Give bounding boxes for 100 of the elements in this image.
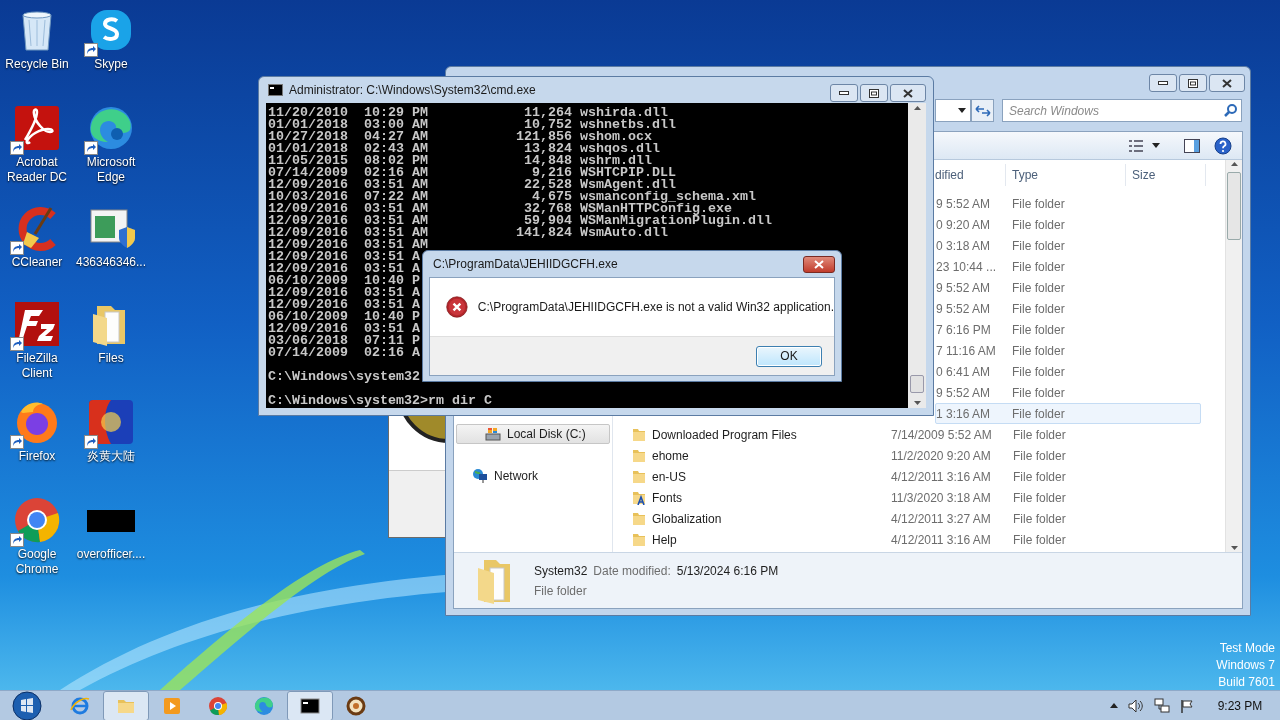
network-icon[interactable]: [1154, 697, 1170, 714]
console-line: 12/09/2016 03:51 AM 32,768 WSManHTTPConfig.exe: [268, 203, 732, 215]
desktop-icon-label[interactable]: overofficer....: [74, 547, 148, 562]
ok-button[interactable]: OK: [756, 345, 822, 367]
desktop-icon-label[interactable]: CCleaner: [0, 255, 74, 270]
scroll-thumb[interactable]: [1227, 172, 1241, 240]
date-cell-text: 11/2/2020 9:20 AM: [891, 447, 992, 465]
item-name: System32: [534, 562, 588, 580]
refresh-button[interactable]: [971, 99, 994, 122]
restore-icon: [869, 88, 879, 98]
file-row[interactable]: 1 3:16 AM File folder: [935, 403, 1201, 424]
type-cell-text: File folder: [1012, 216, 1066, 234]
address-field[interactable]: [935, 99, 971, 122]
desktop-icon-label[interactable]: Microsoft Edge: [74, 155, 148, 185]
game-art-icon: [87, 398, 135, 446]
scroll-up-icon: [1230, 162, 1238, 166]
file-name: Fonts: [652, 489, 682, 507]
date-cell-text: 1 3:16 AM: [936, 405, 992, 423]
file-name: ehome: [652, 447, 689, 465]
file-row[interactable]: 0 6:41 AM File folder: [935, 361, 1201, 382]
field-label: Date modified:: [593, 562, 671, 580]
file-row[interactable]: 9 5:52 AM File folder: [935, 193, 1201, 214]
date-cell-text: 9 5:52 AM: [936, 300, 992, 318]
search-field[interactable]: Search Windows: [1002, 99, 1242, 122]
type-cell-text: File folder: [1013, 468, 1067, 486]
preview-pane-icon: [1184, 138, 1200, 153]
file-row[interactable]: 7 6:16 PM File folder: [935, 319, 1201, 340]
nav-item[interactable]: Local Disk (C:): [456, 424, 610, 444]
file-row[interactable]: 9 5:52 AM File folder: [935, 298, 1201, 319]
date-cell-text: 9 5:52 AM: [936, 384, 992, 402]
close-button[interactable]: [890, 84, 926, 102]
window-title: Administrator: C:\Windows\System32\cmd.exe: [289, 82, 537, 99]
file-row[interactable]: ehome 11/2/2020 9:20 AM File folder: [629, 445, 1201, 466]
taskbar-button[interactable]: [287, 690, 333, 720]
column-header[interactable]: Size: [1126, 164, 1206, 186]
file-row[interactable]: 0 3:18 AM File folder: [935, 235, 1201, 256]
field-value: 5/13/2024 6:16 PM: [676, 562, 779, 580]
file-row[interactable]: 9 5:52 AM File folder: [935, 277, 1201, 298]
close-button[interactable]: [803, 255, 835, 273]
date-cell-text: 0 3:18 AM: [936, 237, 992, 255]
dropdown-arrow-icon: [958, 108, 966, 113]
console-line: 07/14/2009 02:16 AM 9,216 WSHTCPIP.DLL: [268, 167, 676, 179]
view-options-button[interactable]: [1128, 138, 1160, 153]
desktop-icon-label[interactable]: Skype: [74, 57, 148, 72]
flag-icon[interactable]: [1180, 698, 1194, 713]
desktop-icon-label[interactable]: 炎黄大陆: [74, 449, 148, 464]
column-header[interactable]: Type: [1006, 164, 1126, 186]
console-line: 12/09/2016 03:51 AM 22,528 WsmAgent.dll: [268, 179, 676, 191]
console-line: 12/09/2016 03:51 AM 141,824 WsmAuto.dll: [268, 227, 668, 239]
windows-orb-icon: [11, 690, 43, 720]
desktop-icon-label[interactable]: Google Chrome: [0, 547, 74, 577]
file-row[interactable]: 0 9:20 AM File folder: [935, 214, 1201, 235]
desktop-icon-label[interactable]: 436346346...: [74, 255, 148, 270]
start-button[interactable]: [9, 690, 45, 720]
console-line: 12/09/2016 03:51 AM 59,904 WSManMigrationPlugin.dll: [268, 215, 772, 227]
type-cell-text: File folder: [1012, 258, 1066, 276]
file-row[interactable]: 9 5:52 AM File folder: [935, 382, 1201, 403]
media-player-icon: [162, 695, 182, 716]
column-header[interactable]: dified: [935, 164, 1006, 186]
minimize-button[interactable]: [830, 84, 858, 102]
show-hidden-icons-icon[interactable]: [1110, 703, 1118, 708]
folder-icon: [632, 511, 646, 526]
console-line: 03/06/2018 07:11 P: [268, 335, 420, 347]
speaker-icon[interactable]: [1128, 698, 1144, 713]
desktop-icon-label[interactable]: Firefox: [0, 449, 74, 464]
console-line: 11/20/2010 10:29 PM 11,264 wshirda.dll: [268, 107, 668, 119]
file-name: Globalization: [652, 510, 722, 528]
scrollbar[interactable]: [908, 103, 926, 408]
scroll-thumb[interactable]: [910, 375, 924, 393]
console-line: 12/09/2016 03:51 A: [268, 323, 420, 335]
file-row[interactable]: Fonts 11/3/2020 3:18 AM File folder: [629, 487, 1201, 508]
desktop-icon-label[interactable]: Files: [74, 351, 148, 366]
clock[interactable]: 9:23 PM: [1208, 696, 1272, 715]
maximize-button[interactable]: [1179, 74, 1207, 92]
file-row[interactable]: Downloaded Program Files 7/14/2009 5:52 AM File folder: [629, 424, 1201, 445]
scrollbar[interactable]: [1225, 160, 1242, 552]
minimize-icon: [1158, 81, 1168, 85]
desktop-icon-label[interactable]: Recycle Bin: [0, 57, 74, 72]
minimize-button[interactable]: [1149, 74, 1177, 92]
file-row[interactable]: Help 4/12/2011 3:16 AM File folder: [629, 529, 1201, 550]
help-button[interactable]: [1214, 136, 1232, 155]
console-line: 06/10/2009 10:40 P: [268, 311, 420, 323]
watermark-text: Test Mode: [1219, 640, 1275, 657]
file-row[interactable]: 23 10:44 ... File folder: [935, 256, 1201, 277]
file-row[interactable]: Globalization 4/12/2011 3:27 AM File folder: [629, 508, 1201, 529]
nav-item[interactable]: Network: [454, 466, 612, 486]
maximize-button[interactable]: [860, 84, 888, 102]
console-line: 10/27/2018 04:27 AM 121,856 wshom.ocx: [268, 131, 652, 143]
type-cell-text: File folder: [1012, 384, 1066, 402]
type-cell-text: File folder: [1012, 195, 1066, 213]
console-line: 12/09/2016 03:51 AM: [268, 239, 428, 251]
scroll-up-icon: [913, 106, 921, 110]
file-row[interactable]: 7 11:16 AM File folder: [935, 340, 1201, 361]
drive-icon: [485, 426, 501, 442]
type-cell-text: File folder: [1013, 531, 1067, 549]
desktop-icon-label[interactable]: FileZilla Client: [0, 351, 74, 381]
file-row[interactable]: en-US 4/12/2011 3:16 AM File folder: [629, 466, 1201, 487]
close-button[interactable]: [1209, 74, 1245, 92]
desktop-icon-label[interactable]: Acrobat Reader DC: [0, 155, 74, 185]
preview-pane-button[interactable]: [1184, 138, 1200, 153]
